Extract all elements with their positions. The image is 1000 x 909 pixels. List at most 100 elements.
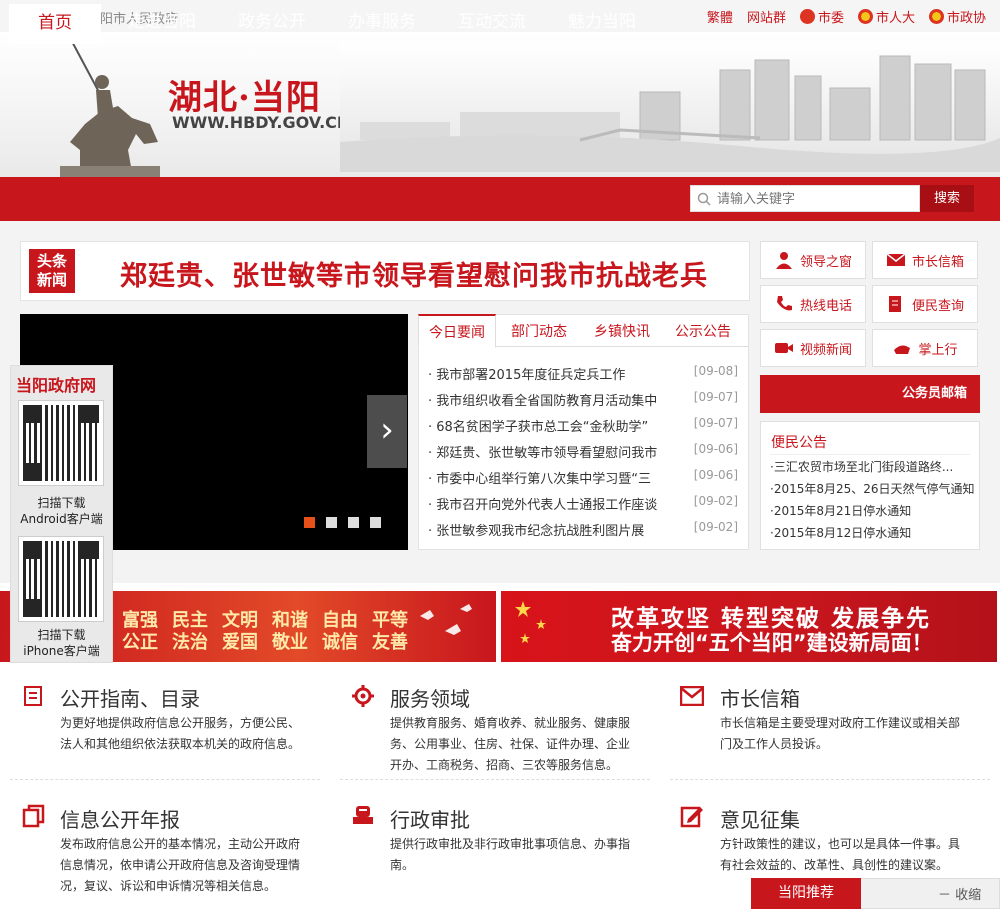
core-value: 敬业 xyxy=(272,632,308,653)
news-item[interactable]: · 张世敏参观我市纪念抗战胜利图片展 [09-02] xyxy=(428,520,738,546)
stars-icon xyxy=(515,601,546,643)
nav-about-dangyang[interactable]: 走进当阳 xyxy=(128,0,196,44)
national-emblem-icon xyxy=(857,9,873,24)
hotline-button[interactable]: 热线电话 xyxy=(760,285,866,323)
service-title-mailbox[interactable]: 市长信箱 xyxy=(720,683,800,712)
slider-dot-1[interactable] xyxy=(304,517,315,528)
leader-window-button[interactable]: 领导之窗 xyxy=(760,241,866,279)
mail-icon xyxy=(680,686,704,706)
tab-public-notice[interactable]: 公示公告 xyxy=(675,321,731,341)
mayor-mailbox-button[interactable]: 市长信箱 xyxy=(872,241,978,279)
service-title-annual-report[interactable]: 信息公开年报 xyxy=(60,804,180,833)
civil-servant-mail-button[interactable]: 公务员邮箱 xyxy=(760,375,980,413)
slider-next-arrow-icon[interactable]: › xyxy=(367,395,407,468)
top-links: 繁體 网站群 市委 市人大 市政协 xyxy=(707,7,986,26)
tab-today-news[interactable]: 今日要闻 xyxy=(418,314,496,348)
video-camera-icon xyxy=(774,343,793,353)
search-input[interactable] xyxy=(717,191,907,206)
news-date: [09-06] xyxy=(693,468,738,482)
news-title[interactable]: · 张世敏参观我市纪念抗战胜利图片展 xyxy=(428,520,644,546)
service-title-domain[interactable]: 服务领域 xyxy=(390,683,470,712)
android-download-line1: 扫描下载 xyxy=(37,496,86,510)
stamp-icon xyxy=(353,806,373,824)
service-desc-guide: 为更好地提供政府信息公开服务，方便公民、法人和其他组织依法获取本机关的政府信息。 xyxy=(60,716,301,751)
cppcc-emblem-icon xyxy=(928,9,944,24)
notice-item[interactable]: ·2015年8月25、26日天然气停气通知 xyxy=(770,480,975,497)
gear-icon xyxy=(352,685,374,707)
phone-icon xyxy=(776,296,792,311)
service-title-guide[interactable]: 公开指南、目录 xyxy=(60,683,200,712)
hotline-label: 热线电话 xyxy=(799,298,852,314)
iphone-qr-code xyxy=(18,536,104,622)
video-news-button[interactable]: 视频新闻 xyxy=(760,329,866,367)
nav-services[interactable]: 办事服务 xyxy=(348,0,416,44)
news-date: [09-06] xyxy=(693,442,738,456)
iphone-download-label[interactable]: 扫描下载 iPhone客户端 xyxy=(10,627,113,659)
headline-tag-line2: 新闻 xyxy=(36,271,67,289)
nav-government-affairs[interactable]: 政务公开 xyxy=(238,0,306,44)
news-date: [09-07] xyxy=(693,416,738,430)
service-desc-mailbox: 市长信箱是主要受理对政府工作建议或相关部门及工作人员投诉。 xyxy=(720,716,961,751)
news-item[interactable]: · 市委中心组举行第八次集中学习暨“三 [09-06] xyxy=(428,468,738,494)
news-title[interactable]: · 我市组织收看全省国防教育月活动集中 xyxy=(428,390,657,416)
service-title-approval[interactable]: 行政审批 xyxy=(390,804,470,833)
nav-charm-dangyang[interactable]: 魅力当阳 xyxy=(568,0,636,44)
notice-item[interactable]: ·2015年8月12日停水通知 xyxy=(770,524,911,541)
notice-divider xyxy=(770,454,970,455)
iphone-download-line2: iPhone客户端 xyxy=(23,644,100,658)
news-title[interactable]: · 我市部署2015年度征兵定兵工作 xyxy=(428,364,625,390)
service-title-opinions[interactable]: 意见征集 xyxy=(720,804,800,833)
nav-interaction[interactable]: 互动交流 xyxy=(458,0,526,44)
news-date: [09-02] xyxy=(693,520,738,534)
service-divider xyxy=(10,779,320,780)
convenience-query-button[interactable]: 便民查询 xyxy=(872,285,978,323)
tab-town-news[interactable]: 乡镇快讯 xyxy=(594,321,650,341)
person-icon xyxy=(775,252,792,269)
doves-icon xyxy=(420,604,472,635)
reform-banner-line2: 奋力开创“五个当阳”建设新局面！ xyxy=(611,631,933,655)
notice-item[interactable]: ·2015年8月21日停水通知 xyxy=(770,502,911,519)
video-news-label: 视频新闻 xyxy=(799,342,852,358)
cppcc-label: 市政协 xyxy=(946,11,986,26)
traditional-chinese-link[interactable]: 繁體 xyxy=(707,7,733,26)
news-title[interactable]: · 我市召开向党外代表人士通报工作座谈 xyxy=(428,494,657,520)
leader-window-label: 领导之窗 xyxy=(799,254,852,270)
news-title[interactable]: · 郑廷贵、张世敏等市领导看望慰问我市 xyxy=(428,442,657,468)
site-group-link[interactable]: 网站群 xyxy=(747,7,786,26)
reform-banner[interactable]: 改革攻坚 转型突破 发展争先 奋力开创“五个当阳”建设新局面！ xyxy=(501,591,997,662)
slider-dot-2[interactable] xyxy=(326,517,337,528)
city-skyline-image xyxy=(340,42,1000,172)
cppcc-link[interactable]: 市政协 xyxy=(928,7,986,26)
tab-department-news[interactable]: 部门动态 xyxy=(511,321,567,341)
core-value: 友善 xyxy=(372,632,408,653)
party-committee-label: 市委 xyxy=(817,11,844,26)
android-qr-code xyxy=(18,400,104,486)
news-item[interactable]: · 郑廷贵、张世敏等市领导看望慰问我市 [09-06] xyxy=(428,442,738,468)
slider-dot-3[interactable] xyxy=(348,517,359,528)
recommend-tab[interactable]: 当阳推荐 xyxy=(751,878,861,909)
report-copy-icon xyxy=(22,804,45,828)
news-title[interactable]: · 市委中心组举行第八次集中学习暨“三 xyxy=(428,468,651,494)
nav-home[interactable]: 首页 xyxy=(9,4,101,44)
android-download-label[interactable]: 扫描下载 Android客户端 xyxy=(10,495,113,527)
news-item[interactable]: · 我市组织收看全省国防教育月活动集中 [09-07] xyxy=(428,390,738,416)
peoples-congress-label: 市人大 xyxy=(875,11,915,26)
news-date: [09-07] xyxy=(693,390,738,404)
news-item[interactable]: · 我市召开向党外代表人士通报工作座谈 [09-02] xyxy=(428,494,738,520)
headline-link[interactable]: 郑廷贵、张世敏等市领导看望慰问我市抗战老兵 xyxy=(120,254,708,293)
convenience-query-label: 便民查询 xyxy=(911,298,964,314)
news-item[interactable]: · 68名贫困学子获市总工会“金秋助学” [09-07] xyxy=(428,416,738,442)
slider-dot-4[interactable] xyxy=(370,517,381,528)
party-committee-link[interactable]: 市委 xyxy=(799,7,844,26)
party-emblem-icon xyxy=(799,9,815,24)
news-title[interactable]: · 68名贫困学子获市总工会“金秋助学” xyxy=(428,416,648,442)
mobile-access-button[interactable]: 掌上行 xyxy=(872,329,978,367)
news-item[interactable]: · 我市部署2015年度征兵定兵工作 [09-08] xyxy=(428,364,738,390)
hand-icon xyxy=(894,345,911,354)
site-title[interactable]: 湖北·当阳 xyxy=(168,70,321,119)
service-divider xyxy=(340,779,650,780)
search-button[interactable]: 搜索 xyxy=(920,185,974,212)
collapse-button[interactable]: － 收缩 xyxy=(938,884,981,903)
peoples-congress-link[interactable]: 市人大 xyxy=(857,7,915,26)
notice-item[interactable]: ·三汇农贸市场至北门街段道路终... xyxy=(770,458,953,475)
